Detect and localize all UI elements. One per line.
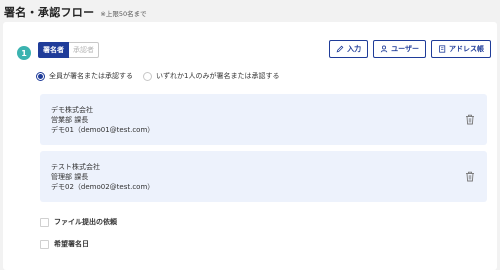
radio-button-unchecked[interactable] [143, 71, 152, 81]
input-button[interactable]: 入力 [329, 40, 369, 58]
file-request-option[interactable]: ファイル提出の依頼 [40, 217, 117, 227]
limit-note: ※上限50名まで [100, 10, 147, 18]
signer-card: テスト株式会社 管理部 課長 デモ02（demo02@test.com） [40, 151, 487, 202]
signer-name-email: デモ01（demo01@test.com） [51, 126, 155, 134]
desired-date-option[interactable]: 希望署名日 [40, 239, 89, 249]
user-icon [380, 45, 388, 53]
tab-signer[interactable]: 署名者 [38, 42, 69, 58]
trash-icon[interactable] [465, 171, 475, 182]
radio-option-any[interactable]: いずれか1人のみが署名または承認する [143, 71, 279, 81]
radio-label-all: 全員が署名または承認する [49, 72, 133, 80]
radio-option-all[interactable]: 全員が署名または承認する [36, 71, 133, 81]
address-book-button-label: アドレス帳 [449, 45, 484, 53]
pencil-icon [336, 45, 344, 53]
sign-mode-radio-group: 全員が署名または承認する いずれか1人のみが署名または承認する [36, 71, 279, 81]
address-book-button[interactable]: アドレス帳 [431, 40, 491, 58]
signer-name-email: デモ02（demo02@test.com） [51, 183, 155, 191]
address-book-icon [439, 45, 446, 53]
role-tabs: 署名者 承認者 [38, 42, 99, 58]
flow-card: 1 署名者 承認者 入力 ユーザー アドレス帳 全員が署名または承認する いずれ… [3, 22, 497, 270]
signer-department: 管理部 課長 [51, 173, 89, 181]
desired-date-checkbox[interactable] [40, 239, 49, 249]
file-request-checkbox[interactable] [40, 217, 49, 227]
tab-approver[interactable]: 承認者 [69, 42, 99, 58]
signer-company: デモ株式会社 [51, 106, 93, 114]
page-header: 署名・承認フロー ※上限50名まで [4, 4, 147, 20]
step-number-badge: 1 [17, 46, 31, 60]
desired-date-label: 希望署名日 [54, 240, 89, 248]
user-button[interactable]: ユーザー [373, 40, 426, 58]
trash-icon[interactable] [465, 114, 475, 125]
user-button-label: ユーザー [391, 45, 419, 53]
radio-button-checked[interactable] [36, 71, 45, 81]
signer-company: テスト株式会社 [51, 163, 100, 171]
input-button-label: 入力 [347, 45, 362, 53]
action-buttons: 入力 ユーザー アドレス帳 [329, 40, 491, 58]
radio-label-any: いずれか1人のみが署名または承認する [156, 72, 280, 80]
signer-department: 営業部 課長 [51, 116, 89, 124]
page-title: 署名・承認フロー [4, 6, 95, 19]
signer-card: デモ株式会社 営業部 課長 デモ01（demo01@test.com） [40, 94, 487, 145]
file-request-label: ファイル提出の依頼 [54, 218, 117, 226]
